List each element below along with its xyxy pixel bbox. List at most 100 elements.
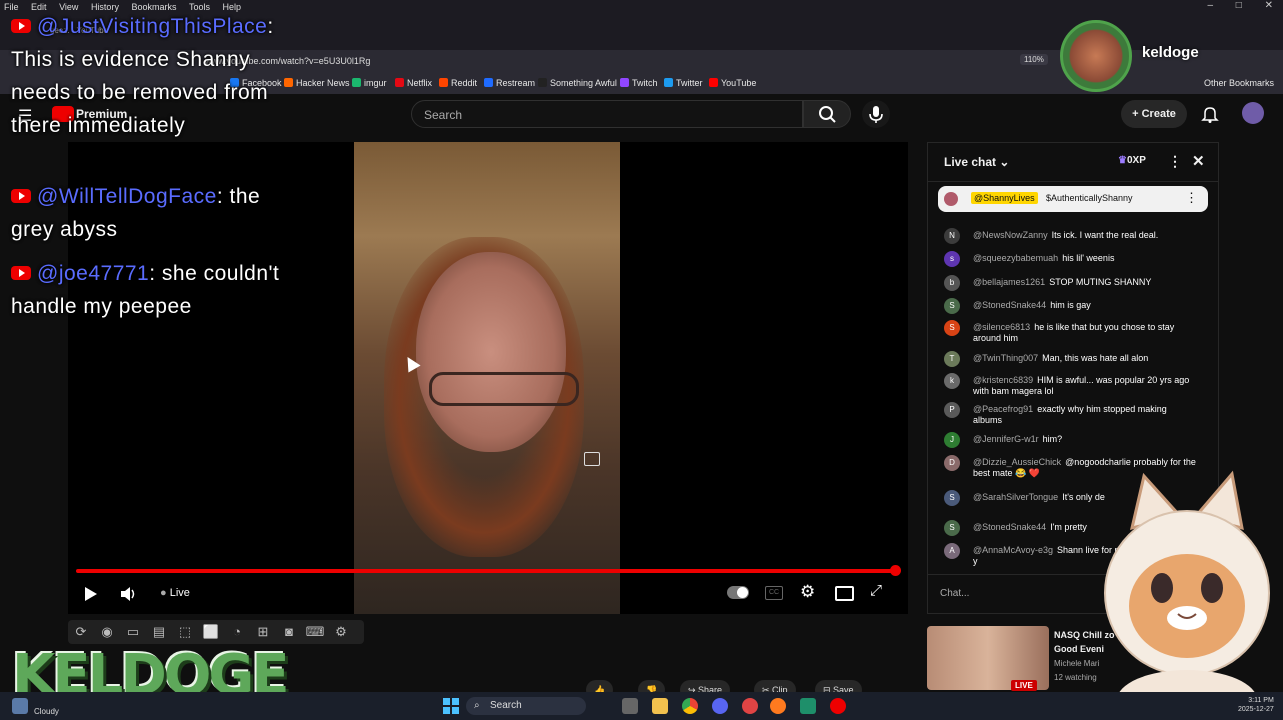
fullscreen-icon[interactable]: ⤢ [870,582,882,599]
bookmark-imgur[interactable]: imgur [352,78,387,88]
vtuber-cat-mascot [1104,470,1270,720]
video-frame[interactable] [354,142,620,614]
enhancer-toolbar: ⟳ ◉ ▭ ▤ ⬚ ⬜ ◔ ⊞ ◙ ⌨ ⚙ [68,620,364,644]
taskbar-search-icon: ⌕ [474,700,480,711]
avatar: S [944,298,960,314]
bookmark-netflix[interactable]: Netflix [395,78,432,88]
netflix-icon [395,78,404,87]
minimize-icon[interactable]: – [1207,0,1213,11]
notifications-bell-icon[interactable] [1200,104,1220,124]
overlay-chat-message: @joe47771: she couldn't handle my peepee [11,262,280,318]
close-chat-icon[interactable]: ✕ [1192,152,1205,170]
file-explorer-icon[interactable] [652,698,668,714]
miniplayer-icon[interactable] [584,452,600,466]
bookmark-twitter[interactable]: Twitter [664,78,703,88]
recommended-watching-count: 12 watching [1054,673,1097,682]
broadcast-icon[interactable]: ◉ [94,620,120,644]
chat-header: Live chat ⌄ ♛0XP ⋮ ✕ [928,143,1218,182]
bookmark-something-awful[interactable]: Something Awful [538,78,617,88]
add-icon[interactable]: ⊞ [250,620,276,644]
search-button[interactable] [803,100,851,128]
clapper-icon[interactable]: ▤ [146,620,172,644]
url-bar[interactable]: www.youtube.com/watch?v=e5U3U0l1Rg [205,53,1205,69]
chevron-down-icon: ⌄ [996,155,1010,169]
bookmark-hacker-news[interactable]: Hacker News [284,78,350,88]
zoom-level[interactable]: 110% [1020,54,1048,65]
discord-icon[interactable] [712,698,728,714]
enhancer-settings-icon[interactable]: ⚙ [328,620,354,644]
avatar: S [944,490,960,506]
avatar: S [944,320,960,336]
app-icon[interactable] [742,698,758,714]
pinned-text: $AuthenticallyShanny [1046,193,1133,203]
expand-icon[interactable]: ⬚ [172,620,198,644]
account-avatar[interactable] [1242,102,1264,124]
plus-icon: + [1132,108,1142,120]
more-options-icon[interactable]: ⋮ [1168,153,1182,170]
crop-icon[interactable]: ⬜ [198,620,224,644]
voice-search-button[interactable] [862,100,890,128]
overlay-chat-message: @JustVisitingThisPlace: This is evidence… [11,15,274,137]
obs-icon[interactable] [800,698,816,714]
settings-gear-icon[interactable]: ⚙ [800,582,815,602]
player-controls: ● Live CC ⚙ ⤢ [68,580,908,608]
taskview-icon[interactable] [622,698,638,714]
pinned-username: @ShannyLives [971,192,1038,204]
youtube-app-icon[interactable] [830,698,846,714]
avatar: T [944,351,960,367]
xp-badge[interactable]: ♛0XP [1118,155,1146,166]
weather-label: Cloudy [34,707,59,716]
bookmark-youtube[interactable]: YouTube [709,78,756,88]
weather-icon[interactable] [12,698,28,714]
pinned-menu-icon[interactable]: ⋮ [1185,190,1198,206]
search-icon [819,106,836,123]
youtube-icon [11,266,31,280]
windows-start-icon[interactable] [443,698,459,714]
avatar: D [944,455,960,471]
pinned-avatar [944,192,958,206]
captions-icon[interactable]: CC [765,586,783,600]
autoplay-toggle[interactable] [727,586,749,599]
video-content-glasses [429,372,579,406]
twitter-icon [664,78,673,87]
pinned-message[interactable]: @ShannyLives $AuthenticallyShanny ⋮ [938,186,1208,212]
search-input[interactable]: Search [411,100,803,128]
chat-input[interactable]: Chat... [940,584,1100,604]
progress-bar[interactable] [76,569,896,573]
video-content-face [416,252,566,452]
bookmark-reddit[interactable]: Reddit [439,78,477,88]
microphone-icon [869,106,883,123]
imgur-icon [352,78,361,87]
cast-icon[interactable]: ▭ [120,620,146,644]
progress-scrubber[interactable] [890,565,901,576]
chat-mode-dropdown[interactable]: Live chat ⌄ [944,155,1009,169]
taskbar-clock[interactable]: 3:11 PM 2025-12-27 [1238,696,1274,714]
loop-icon[interactable]: ⟳ [68,620,94,644]
other-bookmarks[interactable]: Other Bookmarks [1204,78,1274,88]
overlay-chat-message: @WillTellDogFace: the grey abyss [11,185,261,241]
live-indicator[interactable]: ● Live [160,587,190,599]
speed-icon[interactable]: ◔ [224,620,250,644]
bookmark-restream[interactable]: Restream [484,78,535,88]
windows-taskbar [0,692,1283,720]
screenshot-camera-icon[interactable]: ◙ [276,620,302,644]
maximize-icon[interactable]: □ [1236,0,1242,11]
close-window-icon[interactable]: ✕ [1265,0,1273,11]
avatar: S [944,520,960,536]
crown-icon: ♛ [1118,155,1127,166]
firefox-icon[interactable] [770,698,786,714]
chrome-icon[interactable] [682,698,698,714]
bookmark-twitch[interactable]: Twitch [620,78,658,88]
volume-icon[interactable] [120,586,138,602]
window-controls: – □ ✕ [1197,0,1283,14]
theater-mode-icon[interactable] [835,586,854,601]
avatar: A [944,543,960,559]
avatar: N [944,228,960,244]
twitch-icon [620,78,629,87]
youtube-icon [11,19,31,33]
youtube-icon [709,78,718,87]
create-button[interactable]: + Create [1121,100,1187,128]
play-icon[interactable] [84,586,98,602]
taskbar-search[interactable]: ⌕ Search [466,697,586,715]
keyboard-icon[interactable]: ⌨ [302,620,328,644]
